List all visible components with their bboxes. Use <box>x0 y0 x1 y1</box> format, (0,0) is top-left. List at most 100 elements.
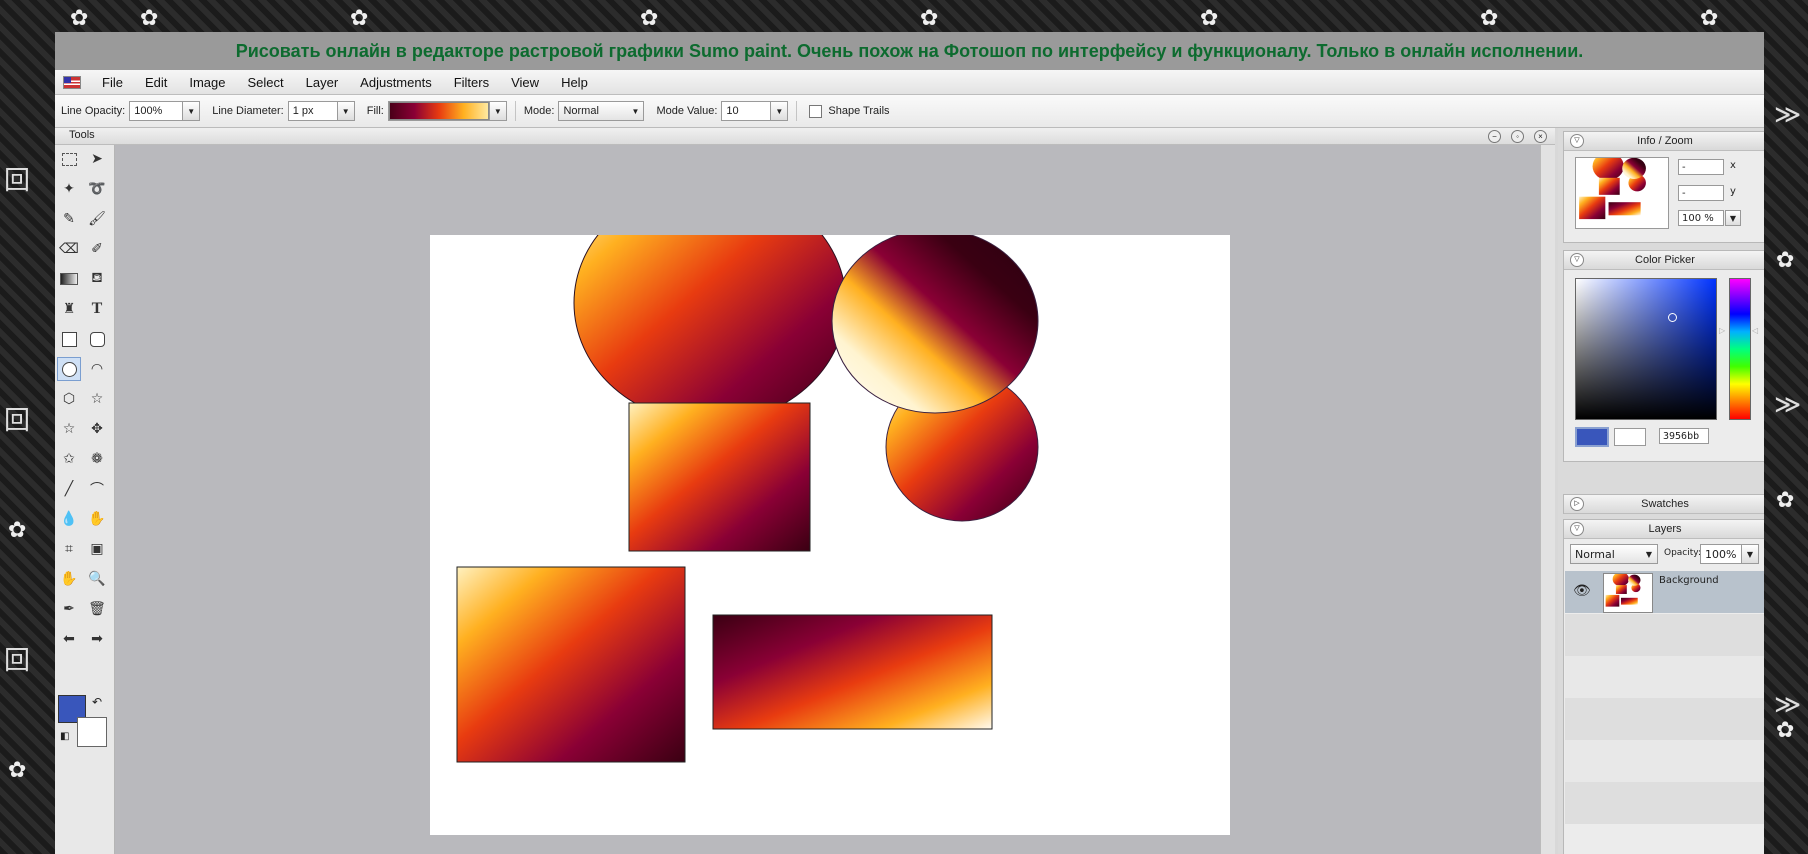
current-color-swatch[interactable] <box>1575 427 1609 447</box>
close-icon[interactable]: × <box>1534 130 1547 143</box>
chevron-down-icon[interactable]: ▼ <box>770 102 788 120</box>
line-tool-icon[interactable]: ╱ <box>57 477 81 501</box>
transform-tool-icon[interactable]: ▣ <box>85 537 109 561</box>
large-rectangle-shape[interactable] <box>456 566 686 763</box>
trash-tool-icon[interactable]: 🗑 <box>85 597 109 621</box>
line-opacity-value[interactable]: 100% <box>130 105 182 117</box>
navigator-thumbnail[interactable] <box>1575 157 1669 229</box>
restore-icon[interactable]: ◦ <box>1511 130 1524 143</box>
layers-header[interactable]: ▽ Layers <box>1564 520 1764 539</box>
menu-select[interactable]: Select <box>237 75 295 90</box>
layer-blend-mode-combo[interactable]: Normal ▼ <box>1570 544 1658 564</box>
minimize-icon[interactable]: − <box>1488 130 1501 143</box>
flower-shape-tool-icon[interactable]: ❁ <box>85 447 109 471</box>
layer-opacity-value[interactable]: 100% <box>1701 548 1741 561</box>
lasso-tool-icon[interactable]: ➰ <box>85 177 109 201</box>
wide-rectangle-shape[interactable] <box>712 614 993 730</box>
gradient-tool-icon[interactable] <box>57 267 81 291</box>
fill-gradient-combo[interactable]: ▼ <box>387 101 507 121</box>
paint-bucket-tool-icon[interactable]: ⛾ <box>85 267 109 291</box>
workspace-scrollbar[interactable] <box>1540 145 1555 854</box>
swatches-header[interactable]: ▷ Swatches <box>1564 495 1764 514</box>
redo-arrow-icon[interactable]: ➡ <box>85 627 109 651</box>
arc-tool-icon[interactable]: ◠ <box>85 357 109 381</box>
zoom-field[interactable]: 100 % <box>1678 210 1724 226</box>
move-pointer-tool-icon[interactable]: ➤ <box>85 147 109 171</box>
us-flag-icon[interactable] <box>63 75 81 89</box>
undo-arrow-icon[interactable]: ⬅ <box>57 627 81 651</box>
chevron-down-icon[interactable]: ▼ <box>1741 545 1758 563</box>
chevron-down-icon[interactable]: ▼ <box>627 102 643 120</box>
eraser-tool-icon[interactable]: ⌫ <box>57 237 81 261</box>
blur-drop-tool-icon[interactable]: 💧 <box>57 507 81 531</box>
square-shape[interactable] <box>628 402 811 552</box>
magic-wand-tool-icon[interactable]: ✦ <box>57 177 81 201</box>
cloud-shape-tool-icon[interactable]: ✥ <box>85 417 109 441</box>
ellipse-tool-icon[interactable] <box>57 357 81 381</box>
line-opacity-combo[interactable]: 100% ▼ <box>129 101 201 121</box>
expand-triangle-icon[interactable]: ▷ <box>1570 497 1584 511</box>
pencil-tool-icon[interactable]: ✎ <box>57 207 81 231</box>
text-tool-icon[interactable]: T <box>85 297 109 321</box>
chevron-down-icon[interactable]: ▼ <box>1725 210 1741 226</box>
dodge-tool-icon[interactable]: ✋ <box>85 507 109 531</box>
hex-color-field[interactable]: 3956bb <box>1659 428 1709 444</box>
menu-edit[interactable]: Edit <box>134 75 178 90</box>
collapse-triangle-icon[interactable]: ▽ <box>1570 134 1584 148</box>
menu-file[interactable]: File <box>91 75 134 90</box>
menu-adjustments[interactable]: Adjustments <box>349 75 443 90</box>
chevron-down-icon[interactable]: ▼ <box>1641 545 1657 563</box>
menu-help[interactable]: Help <box>550 75 599 90</box>
clone-stamp-tool-icon[interactable]: ♜ <box>57 297 81 321</box>
crop-tool-icon[interactable]: ⌗ <box>57 537 81 561</box>
layer-opacity-combo[interactable]: 100% ▼ <box>1700 544 1759 564</box>
previous-color-swatch[interactable] <box>1614 428 1646 446</box>
layer-thumbnail[interactable] <box>1603 573 1653 613</box>
hue-right-arrow-icon[interactable]: ◁ <box>1752 326 1758 335</box>
chevron-down-icon[interactable]: ▼ <box>182 102 200 120</box>
mode-value[interactable]: Normal <box>559 105 627 117</box>
hue-left-arrow-icon[interactable]: ▷ <box>1719 326 1725 335</box>
mode-value-combo[interactable]: 10 ▼ <box>721 101 789 121</box>
eyedropper-tool-icon[interactable]: ✒ <box>57 597 81 621</box>
eye-visibility-icon[interactable]: 👁 <box>1573 583 1591 599</box>
collapse-triangle-icon[interactable]: ▽ <box>1570 522 1584 536</box>
zoom-tool-icon[interactable]: 🔍 <box>85 567 109 591</box>
mode-combo[interactable]: Normal ▼ <box>558 101 645 121</box>
curve-tool-icon[interactable]: ⌒ <box>85 477 109 501</box>
color-picker-header[interactable]: ▽ Color Picker <box>1564 251 1764 270</box>
fill-gradient-swatch[interactable] <box>388 102 489 120</box>
collapse-triangle-icon[interactable]: ▽ <box>1570 253 1584 267</box>
burst-shape-tool-icon[interactable]: ✩ <box>57 447 81 471</box>
menu-layer[interactable]: Layer <box>295 75 350 90</box>
background-color-swatch[interactable] <box>77 717 107 747</box>
info-zoom-header[interactable]: ▽ Info / Zoom <box>1564 132 1764 151</box>
star-outline-tool-icon[interactable]: ☆ <box>57 417 81 441</box>
menu-filters[interactable]: Filters <box>443 75 500 90</box>
rounded-rectangle-tool-icon[interactable] <box>85 327 109 351</box>
chevron-down-icon[interactable]: ▼ <box>336 102 354 120</box>
color-picker-cursor[interactable] <box>1668 313 1677 322</box>
hexagon-tool-icon[interactable]: ⬡ <box>57 387 81 411</box>
drawing-canvas[interactable] <box>430 235 1230 835</box>
line-diameter-value[interactable]: 1 px <box>289 105 337 117</box>
mode-value-number[interactable]: 10 <box>722 105 770 117</box>
layer-row-background[interactable]: 👁 Background <box>1565 571 1764 613</box>
chevron-down-icon[interactable]: ▼ <box>488 102 506 120</box>
menu-image[interactable]: Image <box>178 75 236 90</box>
rectangle-tool-icon[interactable] <box>57 327 81 351</box>
brush-tool-icon[interactable]: 🖌 <box>85 207 109 231</box>
layer-blend-mode-value[interactable]: Normal <box>1571 548 1641 561</box>
line-diameter-combo[interactable]: 1 px ▼ <box>287 101 355 121</box>
hue-slider[interactable] <box>1729 278 1751 420</box>
star-tool-icon[interactable]: ☆ <box>85 387 109 411</box>
x-coordinate-field[interactable]: - <box>1678 159 1724 175</box>
marquee-tool-icon[interactable] <box>57 147 81 171</box>
swap-colors-icon[interactable]: ↶ <box>92 695 102 709</box>
orange-ellipse-shape[interactable] <box>573 235 847 424</box>
saturation-value-field[interactable] <box>1575 278 1717 420</box>
menu-view[interactable]: View <box>500 75 550 90</box>
diagonal-circle-shape[interactable] <box>831 235 1039 414</box>
default-colors-icon[interactable]: ◧ <box>60 731 69 742</box>
smudge-tool-icon[interactable]: ✐ <box>85 237 109 261</box>
